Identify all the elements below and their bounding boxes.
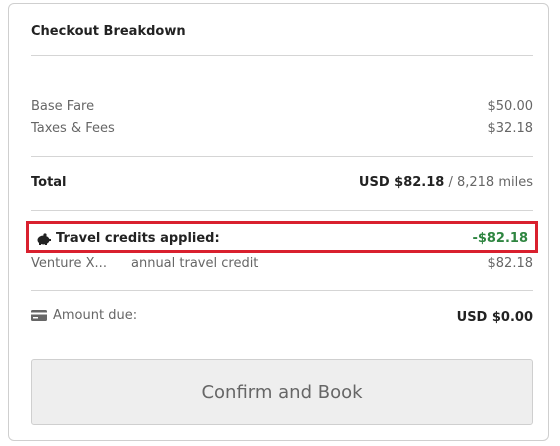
- amount-due-label: Amount due:: [53, 308, 138, 323]
- divider: [31, 290, 533, 291]
- credit-value: $82.18: [487, 256, 534, 271]
- confirm-and-book-button[interactable]: Confirm and Book: [31, 359, 533, 425]
- taxes-label: Taxes & Fees: [31, 121, 115, 136]
- amount-due-value: USD $0.00: [456, 310, 533, 325]
- piggy-bank-icon: [37, 232, 51, 245]
- base-fare-label: Base Fare: [31, 99, 95, 114]
- total-label: Total: [31, 175, 67, 190]
- checkout-breakdown-card: Checkout Breakdown Base Fare $50.00 Taxe…: [8, 3, 549, 441]
- travel-credits-value: -$82.18: [472, 231, 528, 246]
- card-title: Checkout Breakdown: [31, 24, 186, 39]
- travel-credits-highlight: Travel credits applied: -$82.18: [26, 221, 538, 253]
- amount-due-label-wrap: Amount due:: [31, 308, 137, 323]
- credit-card-icon: [31, 310, 47, 321]
- total-usd: USD $82.18: [358, 175, 445, 190]
- total-separator: /: [444, 175, 457, 190]
- total-miles: 8,218 miles: [456, 175, 533, 190]
- card-name: Venture X...: [31, 256, 107, 271]
- travel-credits-label-wrap: Travel credits applied:: [36, 231, 220, 246]
- divider: [31, 55, 533, 56]
- travel-credits-label: Travel credits applied:: [56, 231, 220, 246]
- taxes-value: $32.18: [487, 121, 534, 136]
- credit-description: annual travel credit: [131, 256, 259, 271]
- total-value: USD $82.18 / 8,218 miles: [359, 175, 533, 190]
- divider: [31, 210, 533, 211]
- base-fare-value: $50.00: [487, 99, 534, 114]
- divider: [31, 156, 533, 157]
